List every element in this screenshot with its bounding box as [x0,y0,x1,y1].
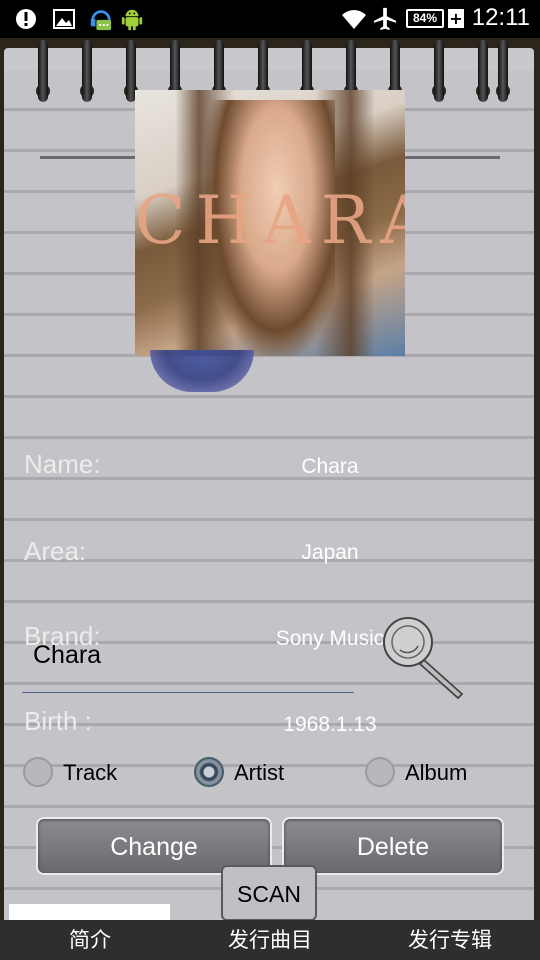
scan-button[interactable]: SCAN [221,865,317,921]
birth-label: Birth : [24,706,92,736]
birth-value: 1968.1.13 [283,713,377,736]
radio-track[interactable] [23,757,53,787]
area-label: Area: [24,536,87,566]
radio-artist[interactable] [194,757,224,787]
tab-intro[interactable]: 简介 [0,920,180,960]
name-value: Chara [301,455,359,478]
photo-text: CHARA [135,182,405,259]
image-icon [53,9,75,29]
tab-tracks[interactable]: 发行曲目 [180,920,360,960]
status-bar: 84% + 12:11 [0,0,540,38]
search-icon[interactable] [378,612,468,702]
spiral-ring [498,40,508,102]
search-input[interactable]: Chara [33,641,101,670]
radio-album-label[interactable]: Album [405,760,467,786]
android-icon [121,9,143,31]
headset-chat-icon [90,10,112,31]
radio-artist-label[interactable]: Artist [234,760,284,786]
spiral-ring [434,40,444,102]
wifi-icon [342,10,366,29]
radio-track-label[interactable]: Track [63,760,117,786]
clock: 12:11 [471,4,530,31]
search-input-underline [22,692,354,693]
radio-album[interactable] [365,757,395,787]
spiral-ring [38,40,48,102]
area-value: Japan [301,541,359,564]
battery-indicator: 84% [406,9,444,28]
charging-icon: + [448,9,464,28]
artist-photo: CHARA [135,90,405,356]
spiral-ring [82,40,92,102]
tab-albums[interactable]: 发行专辑 [360,920,540,960]
name-label: Name: [24,449,101,479]
spiral-ring [478,40,488,102]
bottom-tab-bar: 简介 发行曲目 发行专辑 [0,920,540,960]
tab-indicator [9,904,170,920]
airplane-icon [373,7,397,31]
alert-icon [16,9,36,29]
